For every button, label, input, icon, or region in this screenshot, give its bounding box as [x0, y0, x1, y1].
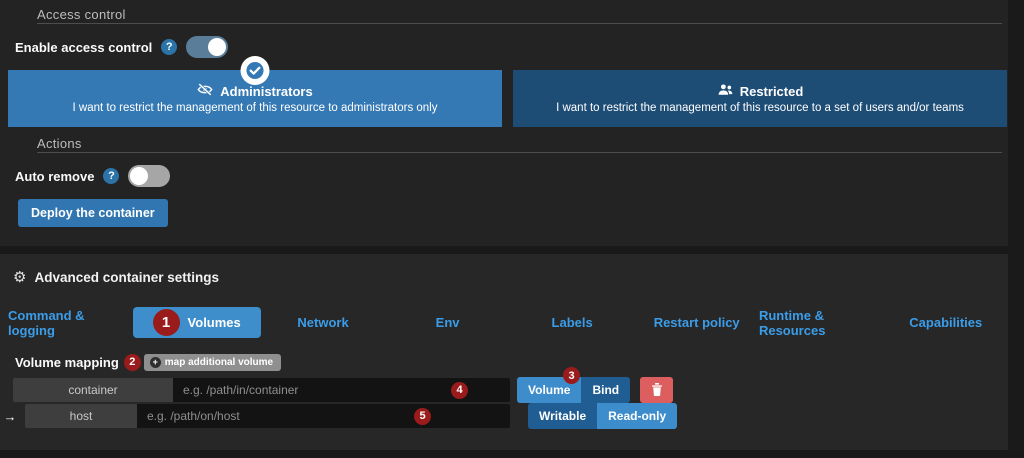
plus-circle-icon: +: [150, 357, 161, 368]
auto-remove-label: Auto remove: [15, 169, 94, 184]
volume-mapping-label: Volume mapping: [15, 355, 119, 370]
page-bottom-margin: [0, 450, 1024, 458]
container-settings-page: Access control Enable access control ? A…: [0, 0, 1024, 458]
restricted-option-title: Restricted: [740, 84, 804, 99]
volume-container-row: container 4 Volume Bind 3: [13, 377, 673, 403]
tab-volumes[interactable]: 1 Volumes: [133, 307, 261, 338]
writable-mode-button[interactable]: Writable: [528, 403, 597, 429]
annotation-badge-3: 3: [563, 367, 580, 384]
remove-volume-button[interactable]: [640, 377, 673, 403]
tab-labels[interactable]: Labels: [510, 307, 635, 338]
annotation-badge-5: 5: [414, 408, 431, 425]
map-additional-volume-label: map additional volume: [165, 357, 273, 368]
trash-icon: [651, 382, 663, 399]
active-tab-button[interactable]: 1 Volumes: [133, 307, 261, 338]
access-option-administrators[interactable]: Administrators I want to restrict the ma…: [8, 70, 502, 127]
administrators-option-description: I want to restrict the management of thi…: [73, 102, 438, 114]
tab-capabilities[interactable]: Capabilities: [884, 307, 1009, 338]
arrow-right-icon: →: [3, 409, 17, 424]
enable-access-control-row: Enable access control ?: [15, 34, 228, 60]
annotation-badge-4: 4: [451, 382, 468, 399]
users-icon: [717, 83, 733, 99]
tab-network[interactable]: Network: [261, 307, 386, 338]
tab-env[interactable]: Env: [385, 307, 510, 338]
map-additional-volume-button[interactable]: + map additional volume: [144, 354, 281, 371]
eye-slash-icon: [197, 83, 213, 99]
access-option-restricted[interactable]: Restricted I want to restrict the manage…: [513, 70, 1007, 127]
bind-type-button[interactable]: Bind: [581, 377, 630, 403]
actions-section-title: Actions: [37, 136, 82, 151]
volume-mapping-header: Volume mapping 2 + map additional volume: [15, 352, 281, 372]
advanced-settings-title: Advanced container settings: [34, 270, 219, 285]
enable-access-control-toggle[interactable]: [186, 36, 228, 58]
auto-remove-toggle[interactable]: [128, 165, 170, 187]
advanced-settings-header: ⚙ Advanced container settings: [13, 270, 219, 285]
annotation-badge-2: 2: [124, 354, 141, 371]
restricted-option-description: I want to restrict the management of thi…: [556, 102, 964, 114]
toggle-knob: [208, 38, 226, 56]
settings-tab-bar: Command & logging 1 Volumes Network Env …: [8, 307, 1008, 338]
tab-command-logging[interactable]: Command & logging: [8, 307, 133, 338]
selected-check-icon: [241, 56, 270, 85]
section-divider: [37, 152, 1002, 153]
deploy-container-button[interactable]: Deploy the container: [18, 199, 168, 227]
help-icon[interactable]: ?: [161, 39, 177, 55]
auto-remove-row: Auto remove ?: [15, 163, 170, 189]
host-addon-label: host: [25, 404, 137, 428]
gear-icon: ⚙: [13, 270, 26, 285]
tab-volumes-label: Volumes: [188, 315, 241, 330]
tab-runtime-resources[interactable]: Runtime & Resources: [759, 307, 884, 338]
volume-host-row: → host 5 Writable Read-only: [3, 403, 677, 429]
access-control-section-title: Access control: [37, 7, 126, 22]
host-path-input[interactable]: [137, 404, 510, 428]
administrators-option-title: Administrators: [220, 84, 312, 99]
annotation-badge-1: 1: [153, 309, 180, 336]
toggle-knob: [130, 167, 148, 185]
enable-access-control-label: Enable access control: [15, 40, 152, 55]
container-addon-label: container: [13, 378, 173, 402]
section-divider: [37, 23, 1002, 24]
readonly-mode-button[interactable]: Read-only: [597, 403, 677, 429]
tab-restart-policy[interactable]: Restart policy: [634, 307, 759, 338]
section-separator-band: [0, 246, 1008, 254]
help-icon[interactable]: ?: [103, 168, 119, 184]
page-right-margin: [1008, 0, 1024, 458]
